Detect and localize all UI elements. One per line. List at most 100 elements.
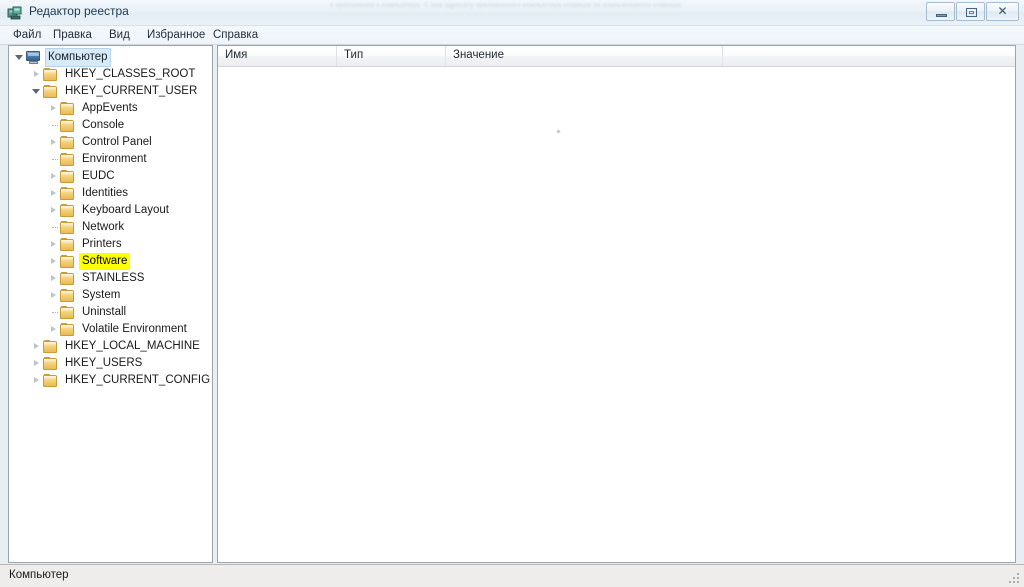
folder-icon <box>42 356 59 371</box>
chevron-right-icon[interactable] <box>48 236 59 253</box>
tree-item-uninstall[interactable]: Uninstall <box>9 304 212 321</box>
tree-indent-guide <box>48 219 59 236</box>
minimize-button[interactable] <box>926 2 955 21</box>
chevron-right-icon[interactable] <box>31 355 42 372</box>
folder-icon <box>59 322 76 337</box>
close-button[interactable]: ✕ <box>986 2 1019 21</box>
folder-icon <box>42 373 59 388</box>
chevron-right-icon[interactable] <box>48 270 59 287</box>
tree-item-label: AppEvents <box>82 102 138 114</box>
tree-item-label: Control Panel <box>82 136 152 148</box>
tree-item-label: Identities <box>82 187 129 199</box>
tree-item-label: Environment <box>82 153 147 165</box>
tree-item-hkey-classes-root[interactable]: HKEY_CLASSES_ROOT <box>9 66 212 83</box>
chevron-right-icon[interactable] <box>48 287 59 304</box>
chevron-right-icon[interactable] <box>31 372 42 389</box>
tree-item-hkey-users[interactable]: HKEY_USERS <box>9 355 212 372</box>
tree-item-label: Volatile Environment <box>82 323 187 335</box>
tree-item-eudc[interactable]: EUDC <box>9 168 212 185</box>
registry-tree-panel[interactable]: Компьютер HKEY_CLASSES_ROOT HKEY_CURRENT_U… <box>8 45 213 563</box>
column-header-type[interactable]: Тип <box>337 46 446 66</box>
title-bar: Редактор реестра в приложении к компьюте… <box>0 0 1024 26</box>
tree-item-environment[interactable]: Environment <box>9 151 212 168</box>
close-icon: ✕ <box>997 4 1008 18</box>
chevron-right-icon[interactable] <box>48 134 59 151</box>
tree-indent-guide <box>48 304 59 321</box>
tree-item-label: HKEY_LOCAL_MACHINE <box>65 340 200 352</box>
chevron-right-icon[interactable] <box>48 185 59 202</box>
tree-item-hkey-local-machine[interactable]: HKEY_LOCAL_MACHINE <box>9 338 212 355</box>
chevron-right-icon[interactable] <box>48 100 59 117</box>
tree-item-control-panel[interactable]: Control Panel <box>9 134 212 151</box>
column-header-name[interactable]: Имя <box>218 46 337 66</box>
tree-item-appevents[interactable]: AppEvents <box>9 100 212 117</box>
tree-item-system[interactable]: System <box>9 287 212 304</box>
registry-editor-window: Редактор реестра в приложении к компьюте… <box>0 0 1024 587</box>
registry-values-panel[interactable]: Имя Тип Значение <box>217 45 1016 563</box>
tree-item-keyboard-layout[interactable]: Keyboard Layout <box>9 202 212 219</box>
menu-item-edit[interactable]: Правка <box>48 28 97 42</box>
menu-item-view[interactable]: Вид <box>104 28 135 42</box>
folder-icon <box>59 203 76 218</box>
window-controls: ✕ <box>926 2 1019 21</box>
column-header-value[interactable]: Значение <box>446 46 723 66</box>
chevron-down-icon[interactable] <box>31 83 42 100</box>
menu-item-file[interactable]: Файл <box>8 28 46 42</box>
tree-item-label: HKEY_CURRENT_USER <box>65 85 198 97</box>
registry-tree: Компьютер HKEY_CLASSES_ROOT HKEY_CURRENT_U… <box>9 46 212 389</box>
status-bar-text: Компьютер <box>9 569 69 581</box>
resize-grip-icon[interactable] <box>1007 571 1021 585</box>
tree-item-label: STAINLESS <box>82 272 145 284</box>
chevron-down-icon[interactable] <box>14 49 25 66</box>
folder-icon <box>59 135 76 150</box>
tree-item-software[interactable]: Software <box>9 253 212 270</box>
menu-item-help[interactable]: Справка <box>208 28 263 42</box>
folder-icon <box>59 288 76 303</box>
chevron-right-icon[interactable] <box>31 338 42 355</box>
window-title: Редактор реестра <box>29 4 129 18</box>
tree-item-hkey-current-user[interactable]: HKEY_CURRENT_USER <box>9 83 212 100</box>
registry-editor-icon <box>7 5 23 21</box>
tree-item-console[interactable]: Console <box>9 117 212 134</box>
folder-icon <box>59 220 76 235</box>
work-area: Компьютер HKEY_CLASSES_ROOT HKEY_CURRENT_U… <box>0 45 1024 564</box>
values-column-header: Имя Тип Значение <box>218 46 1015 67</box>
tree-item-identities[interactable]: Identities <box>9 185 212 202</box>
computer-icon <box>25 50 42 65</box>
chevron-right-icon[interactable] <box>48 202 59 219</box>
tree-item-label: Software <box>79 253 131 270</box>
tree-item-[interactable]: Компьютер <box>9 48 212 67</box>
cursor-artifact <box>557 130 560 133</box>
menu-item-favorites[interactable]: Избранное <box>142 28 210 42</box>
folder-icon <box>59 237 76 252</box>
tree-item-label: Printers <box>82 238 122 250</box>
chevron-right-icon[interactable] <box>48 321 59 338</box>
folder-icon <box>59 186 76 201</box>
folder-icon <box>59 101 76 116</box>
folder-icon <box>59 152 76 167</box>
chevron-right-icon[interactable] <box>48 253 59 270</box>
folder-icon <box>59 305 76 320</box>
tree-item-label: Console <box>82 119 125 131</box>
folder-icon <box>59 271 76 286</box>
background-bleed-text: в приложении к компьютера. С кем адресат… <box>330 2 681 9</box>
tree-item-hkey-current-config[interactable]: HKEY_CURRENT_CONFIG <box>9 372 212 389</box>
tree-item-volatile-environment[interactable]: Volatile Environment <box>9 321 212 338</box>
tree-item-stainless[interactable]: STAINLESS <box>9 270 212 287</box>
chevron-right-icon[interactable] <box>31 66 42 83</box>
folder-icon <box>59 169 76 184</box>
restore-button[interactable] <box>956 2 985 21</box>
tree-item-printers[interactable]: Printers <box>9 236 212 253</box>
tree-item-label: Uninstall <box>82 306 127 318</box>
tree-item-label: Компьютер <box>45 48 111 67</box>
status-bar: Компьютер <box>0 564 1024 587</box>
tree-item-network[interactable]: Network <box>9 219 212 236</box>
tree-item-label: Network <box>82 221 125 233</box>
tree-item-label: HKEY_CURRENT_CONFIG <box>65 374 211 386</box>
chevron-right-icon[interactable] <box>48 168 59 185</box>
restore-icon <box>966 8 977 17</box>
tree-item-label: HKEY_USERS <box>65 357 143 369</box>
folder-icon <box>59 118 76 133</box>
folder-icon <box>42 339 59 354</box>
tree-item-label: Keyboard Layout <box>82 204 169 216</box>
